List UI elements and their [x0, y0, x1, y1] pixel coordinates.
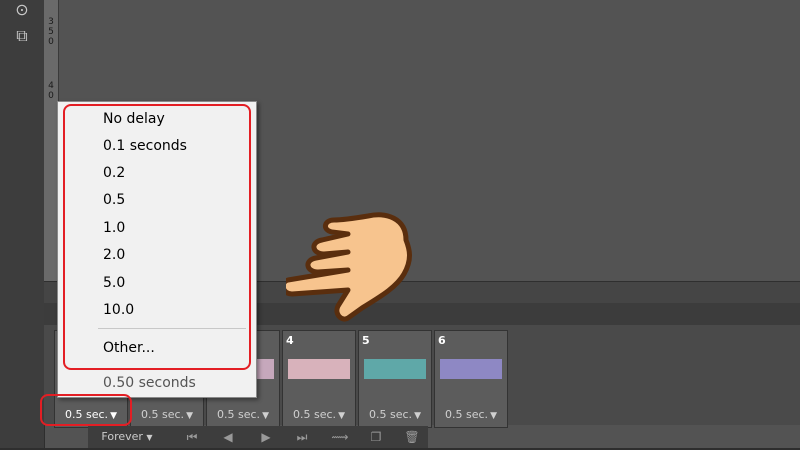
- frame-delay-label: 0.5 sec.: [369, 408, 413, 421]
- dropdown-arrow-icon: ▼: [338, 411, 345, 421]
- dropdown-arrow-icon: ▼: [414, 411, 421, 421]
- frame-4[interactable]: 4 0.5 sec. ▼: [282, 330, 356, 428]
- ruler-mark: 0: [48, 91, 54, 101]
- delay-highlight-box: [40, 394, 132, 426]
- next-frame-icon[interactable]: ⏭: [290, 428, 314, 446]
- frame-thumbnail: [288, 359, 350, 379]
- pointing-hand-icon: [286, 212, 412, 322]
- dropdown-arrow-icon: ▼: [490, 411, 497, 421]
- frame-number: 4: [286, 334, 294, 347]
- frame-5[interactable]: 5 0.5 sec. ▼: [358, 330, 432, 428]
- frame-delay-label: 0.5 sec.: [293, 408, 337, 421]
- frame-number: 6: [438, 334, 446, 347]
- frame-delay-label: 0.5 sec.: [141, 408, 185, 421]
- frame-delay-dropdown[interactable]: 0.5 sec. ▼: [207, 406, 279, 424]
- ruler-mark: 5: [48, 27, 54, 37]
- dropdown-arrow-icon: ▼: [146, 433, 153, 442]
- left-toolbar: ⊙ ⧉: [0, 0, 45, 450]
- ruler-mark: 4: [48, 81, 54, 91]
- frame-number: 5: [362, 334, 370, 347]
- loop-label: Forever: [101, 430, 143, 443]
- loop-dropdown[interactable]: Forever ▼: [92, 428, 162, 446]
- frame-delay-dropdown[interactable]: 0.5 sec. ▼: [131, 406, 203, 424]
- frame-delay-dropdown[interactable]: 0.5 sec. ▼: [359, 406, 431, 424]
- dropdown-arrow-icon: ▼: [262, 411, 269, 421]
- frame-thumbnail: [364, 359, 426, 379]
- frame-delay-label: 0.5 sec.: [217, 408, 261, 421]
- playback-controls: Forever ▼ ⏮ ◀ ▶ ⏭ ⟿ ❐ 🗑: [88, 426, 428, 448]
- delete-frame-icon[interactable]: 🗑: [400, 428, 424, 446]
- rotate-view-icon[interactable]: ⊙: [10, 0, 34, 20]
- dropdown-arrow-icon: ▼: [186, 411, 193, 421]
- prev-frame-icon[interactable]: ◀: [216, 428, 240, 446]
- frame-thumbnail: [440, 359, 502, 379]
- first-frame-icon[interactable]: ⏮: [180, 428, 204, 446]
- frame-delay-dropdown[interactable]: 0.5 sec. ▼: [435, 406, 507, 424]
- frame-6[interactable]: 6 0.5 sec. ▼: [434, 330, 508, 428]
- menu-highlight-box: [63, 104, 251, 370]
- tween-icon[interactable]: ⟿: [328, 428, 352, 446]
- frame-delay-dropdown[interactable]: 0.5 sec. ▼: [283, 406, 355, 424]
- screen-mode-icon[interactable]: ⧉: [10, 26, 34, 46]
- ruler-mark: 3: [48, 17, 54, 27]
- play-icon[interactable]: ▶: [254, 428, 278, 446]
- ruler-mark: 0: [48, 37, 54, 47]
- new-frame-icon[interactable]: ❐: [364, 428, 388, 446]
- menu-item-current-delay: 0.50 seconds: [103, 375, 196, 391]
- frame-delay-label: 0.5 sec.: [445, 408, 489, 421]
